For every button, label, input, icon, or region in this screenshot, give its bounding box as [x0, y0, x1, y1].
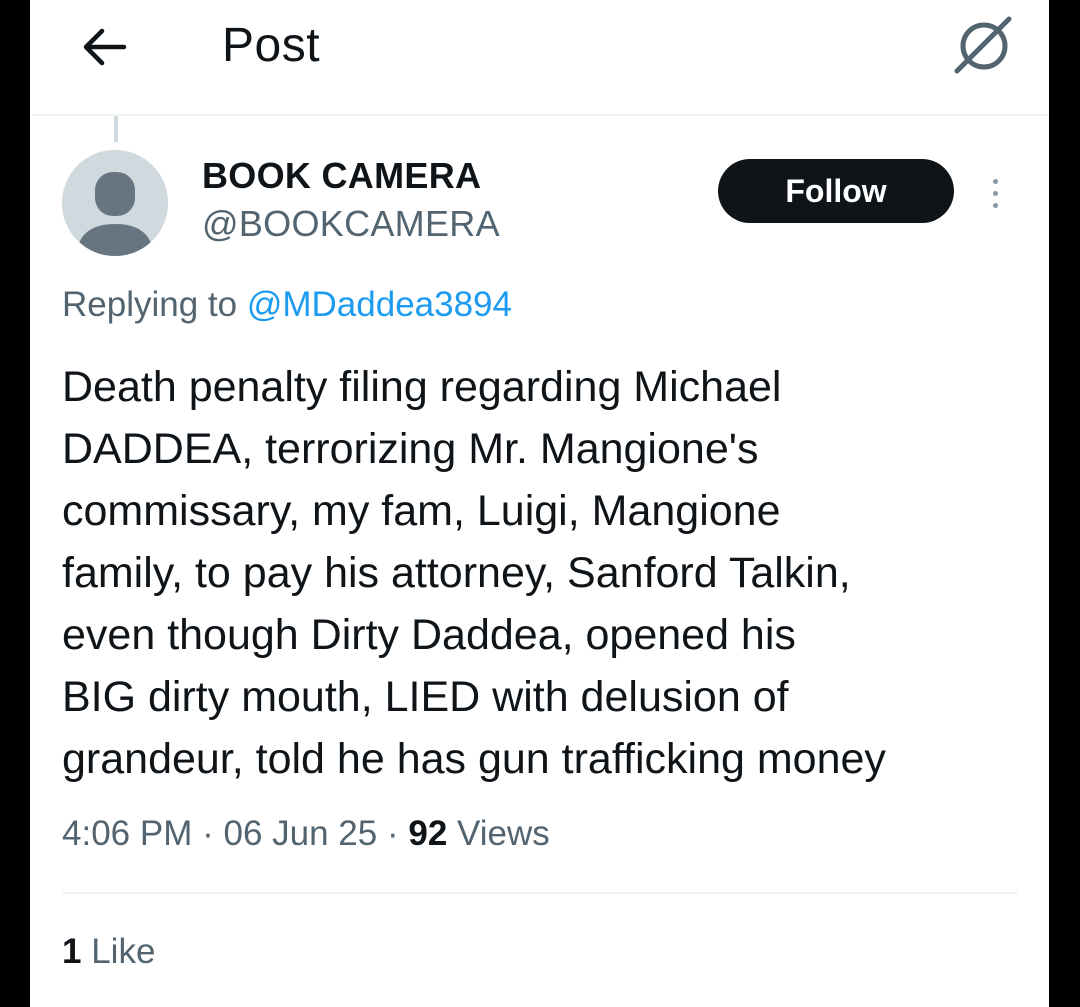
thread-connector-line — [114, 116, 118, 142]
top-bar: Post — [30, 0, 1049, 116]
views-label: Views — [457, 814, 550, 853]
likes-stat[interactable]: 1 Like — [62, 932, 155, 972]
likes-count: 1 — [62, 932, 82, 971]
post-panel: Post BOOK CAMERA @BOOKCAMERA Follow Repl… — [30, 0, 1049, 1007]
author-name[interactable]: BOOK CAMERA — [202, 155, 481, 197]
post-metadata: 4:06 PM · 06 Jun 25 · 92 Views — [62, 814, 550, 854]
page-title: Post — [222, 19, 321, 72]
replying-handle-link[interactable]: @MDaddea3894 — [247, 285, 512, 324]
arrow-left-icon — [83, 28, 127, 66]
follow-button[interactable]: Follow — [718, 159, 954, 223]
grok-button[interactable] — [948, 10, 1020, 78]
post-text-line: even though Dirty Daddea, opened his — [62, 611, 796, 659]
separator: · — [202, 814, 214, 853]
dot — [992, 202, 998, 208]
likes-label: Like — [91, 932, 156, 971]
divider — [62, 892, 1018, 894]
post-text-line: BIG dirty mouth, LIED with delusion of — [62, 673, 789, 721]
post-text-line: Death penalty filing regarding Michael — [62, 363, 782, 411]
avatar[interactable] — [62, 150, 168, 256]
dot — [992, 178, 998, 184]
author-handle[interactable]: @BOOKCAMERA — [202, 203, 500, 245]
dot — [992, 190, 998, 196]
more-options-button[interactable] — [978, 168, 1012, 218]
default-avatar-icon — [62, 150, 168, 256]
post-time[interactable]: 4:06 PM — [62, 814, 192, 853]
post-date[interactable]: 06 Jun 25 — [223, 814, 377, 853]
post-text-line: DADDEA, terrorizing Mr. Mangione's — [62, 425, 759, 473]
back-button[interactable] — [74, 22, 134, 72]
views-count: 92 — [408, 814, 448, 853]
post-text: Death penalty filing regarding Michael D… — [62, 356, 1032, 790]
post-text-line: grandeur, told he has gun trafficking mo… — [62, 735, 886, 783]
replying-to: Replying to @MDaddea3894 — [62, 285, 512, 325]
separator: · — [386, 814, 399, 853]
replying-prefix: Replying to — [62, 285, 238, 324]
post-text-line: family, to pay his attorney, Sanford Tal… — [62, 549, 851, 597]
post-text-line: commissary, my fam, Luigi, Mangione — [62, 487, 781, 535]
grok-icon — [954, 16, 1012, 74]
